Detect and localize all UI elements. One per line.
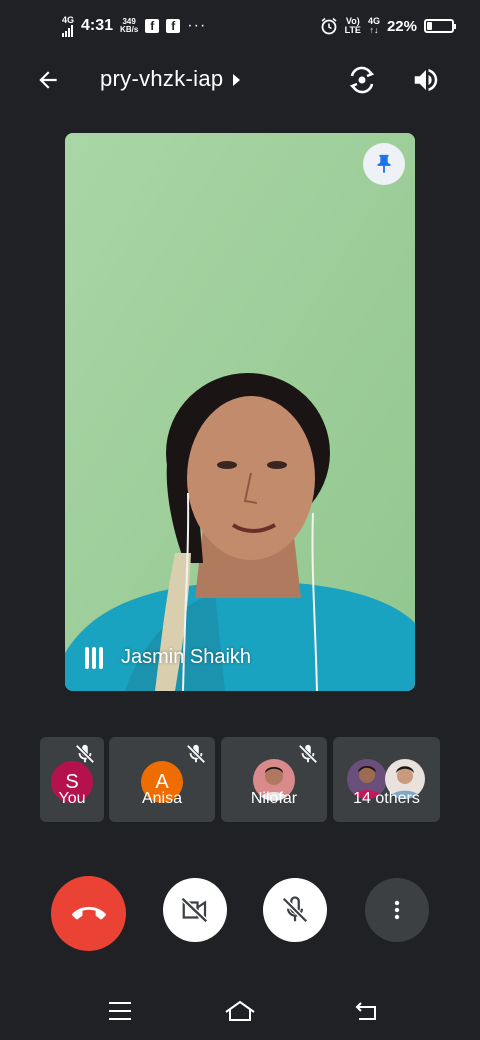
speaker-name: Jasmin Shaikh [121, 646, 252, 668]
mic-off-icon [281, 896, 309, 924]
meeting-info-button[interactable]: pry-vhzk-iap [100, 66, 241, 92]
volume-icon [414, 69, 438, 91]
nav-back-icon [355, 1002, 376, 1020]
home-icon [225, 1000, 255, 1021]
call-controls [0, 876, 480, 952]
audio-level-icon [85, 646, 103, 669]
end-call-button[interactable] [51, 876, 126, 951]
status-left: 4G 4:31 349 KB/s f f ··· [62, 14, 207, 37]
arrow-back-icon [39, 71, 57, 89]
participant-name: You [58, 790, 86, 807]
camera-flip-icon [349, 66, 375, 94]
switch-camera-button[interactable] [342, 62, 382, 98]
mic-off-icon [298, 744, 318, 764]
pin-icon [377, 154, 391, 174]
main-video-feed[interactable]: Jasmin Shaikh [65, 133, 415, 691]
pin-button[interactable] [363, 143, 405, 185]
phone-hangup-icon [71, 906, 106, 919]
alarm-icon [321, 17, 337, 35]
more-vertical-icon [394, 900, 400, 920]
participant-tile-others[interactable]: 14 others [333, 737, 440, 822]
volte-bottom: LTE [344, 25, 361, 35]
participant-tile-anisa[interactable]: A Anisa [109, 737, 215, 822]
menu-icon [109, 1002, 131, 1020]
participant-tile-nilofar[interactable]: Nilofar [221, 737, 327, 822]
network-indicator-2: 4G ↑↓ [368, 17, 380, 35]
camera-toggle-button[interactable] [163, 878, 227, 942]
mic-off-icon [186, 744, 206, 764]
back-nav-button[interactable] [346, 996, 386, 1026]
speaker-label: Jasmin Shaikh [85, 646, 251, 669]
network2-arrows: ↑↓ [369, 25, 379, 35]
network-indicator: 4G [62, 14, 75, 37]
participant-name: Nilofar [250, 790, 298, 807]
call-header: pry-vhzk-iap [0, 56, 480, 104]
home-button[interactable] [220, 996, 260, 1026]
recent-apps-button[interactable] [100, 996, 140, 1026]
participant-name: Anisa [141, 790, 183, 807]
facebook-icon-2: f [166, 19, 181, 33]
speed-unit: KB/s [120, 25, 139, 34]
participant-tile-you[interactable]: S You [40, 737, 104, 822]
participant-strip: S You A Anisa Nilofar 14 others [40, 737, 440, 822]
facebook-icon: f [145, 19, 160, 33]
more-notifications-icon: ··· [187, 17, 207, 34]
caret-right-icon [233, 74, 241, 86]
status-right: Vo) LTE 4G ↑↓ 22% [320, 17, 456, 35]
system-nav-bar [0, 984, 480, 1040]
signal-icon [62, 24, 74, 37]
meeting-code: pry-vhzk-iap [100, 66, 224, 91]
speaker-video-image [65, 133, 415, 691]
network-type: 4G [62, 14, 75, 25]
clock: 4:31 [81, 17, 114, 34]
participant-name: 14 others [353, 790, 420, 807]
more-options-button[interactable] [365, 878, 429, 942]
back-button[interactable] [28, 64, 68, 96]
battery-icon [424, 19, 456, 33]
network-speed: 349 KB/s [120, 18, 138, 34]
mic-toggle-button[interactable] [263, 878, 327, 942]
volte-indicator: Vo) LTE [345, 17, 361, 35]
battery-fill [427, 22, 433, 30]
battery-percent: 22% [386, 17, 417, 35]
status-bar: 4G 4:31 349 KB/s f f ··· Vo) LTE 4G ↑↓ 2… [0, 0, 480, 52]
audio-output-button[interactable] [406, 62, 446, 98]
camera-off-icon [180, 896, 208, 924]
